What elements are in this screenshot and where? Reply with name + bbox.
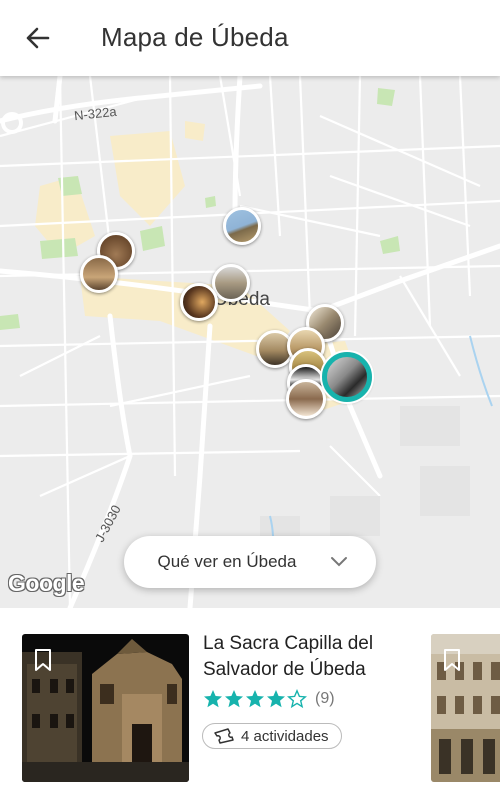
selected-place-marker[interactable] (322, 352, 372, 402)
chevron-down-icon (331, 557, 348, 567)
next-place-card-image[interactable] (431, 634, 500, 782)
place-marker[interactable] (180, 283, 218, 321)
rating: (9) (203, 689, 335, 709)
review-count: (9) (315, 690, 335, 707)
place-marker[interactable] (80, 255, 118, 293)
place-marker[interactable] (286, 379, 326, 419)
place-marker[interactable] (212, 264, 250, 302)
filter-dropdown-label: Qué ver en Úbeda (157, 552, 297, 571)
bookmark-icon[interactable] (34, 648, 52, 672)
ticket-icon (214, 728, 234, 744)
activities-label: 4 actividades (241, 727, 329, 745)
star-filled-icon (204, 690, 222, 708)
star-filled-icon (225, 690, 243, 708)
star-filled-icon (267, 690, 285, 708)
place-marker[interactable] (223, 207, 261, 245)
activities-chip[interactable]: 4 actividades (202, 723, 342, 749)
back-arrow-icon[interactable] (20, 20, 56, 56)
map-base (0, 76, 500, 608)
filter-dropdown[interactable]: Qué ver en Úbeda (124, 536, 376, 588)
star-filled-icon (246, 690, 264, 708)
place-title[interactable]: La Sacra Capilla del Salvador de Úbeda (203, 631, 413, 683)
bookmark-icon[interactable] (443, 648, 461, 672)
next-place-photo (431, 634, 500, 782)
google-logo: Google (8, 570, 85, 596)
page-title: Mapa de Úbeda (101, 22, 289, 52)
star-empty-icon (287, 689, 307, 709)
place-card-image[interactable] (22, 634, 189, 782)
app-bar: Mapa de Úbeda (0, 0, 500, 76)
map-view[interactable]: N-322a J-3030 Úbeda Google Qué ver en Úb… (0, 76, 500, 608)
